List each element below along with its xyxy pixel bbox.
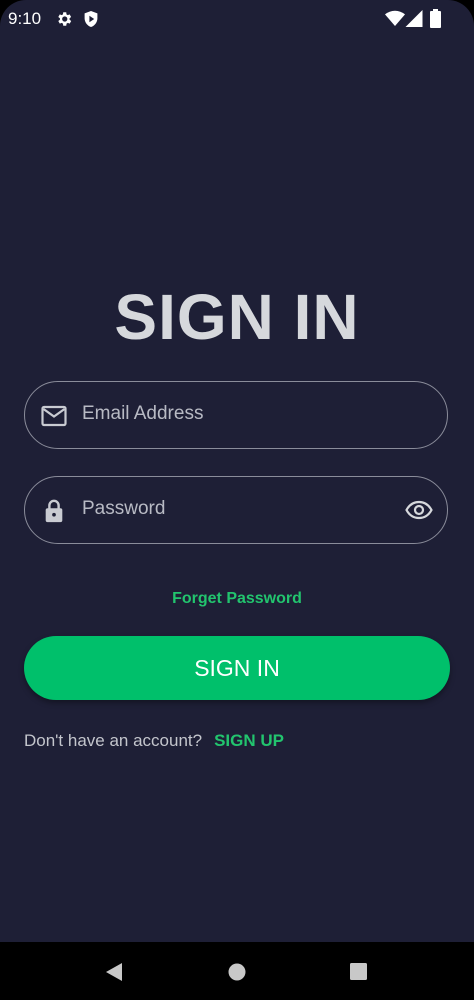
sign-up-link[interactable]: SIGN UP bbox=[214, 731, 284, 750]
signal-icon bbox=[405, 10, 423, 27]
wifi-icon bbox=[385, 10, 405, 26]
email-field[interactable]: Email Address bbox=[24, 381, 448, 449]
password-placeholder: Password bbox=[82, 498, 166, 519]
battery-icon bbox=[430, 9, 441, 28]
gear-icon bbox=[58, 12, 72, 26]
forgot-password-link[interactable]: Forget Password bbox=[0, 590, 474, 608]
status-time: 9:10 bbox=[8, 9, 42, 28]
signup-row: Don't have an account? SIGN UP bbox=[24, 731, 284, 751]
password-field[interactable]: Password bbox=[24, 476, 448, 544]
signup-prompt: Don't have an account? bbox=[24, 731, 203, 750]
sign-in-screen: 9:10 SIGN IN Email Address Password Forg… bbox=[0, 0, 474, 1000]
status-bar: 9:10 bbox=[0, 0, 474, 38]
email-placeholder: Email Address bbox=[82, 403, 204, 424]
mail-icon bbox=[41, 405, 67, 427]
lock-icon bbox=[45, 499, 63, 523]
eye-icon[interactable] bbox=[405, 498, 433, 522]
back-icon[interactable] bbox=[105, 962, 123, 982]
sign-in-button[interactable]: SIGN IN bbox=[24, 636, 450, 700]
navigation-bar bbox=[0, 942, 474, 1000]
home-icon[interactable] bbox=[228, 963, 246, 981]
page-title: SIGN IN bbox=[114, 281, 360, 353]
shield-play-icon bbox=[84, 11, 98, 27]
recents-icon[interactable] bbox=[350, 963, 367, 980]
